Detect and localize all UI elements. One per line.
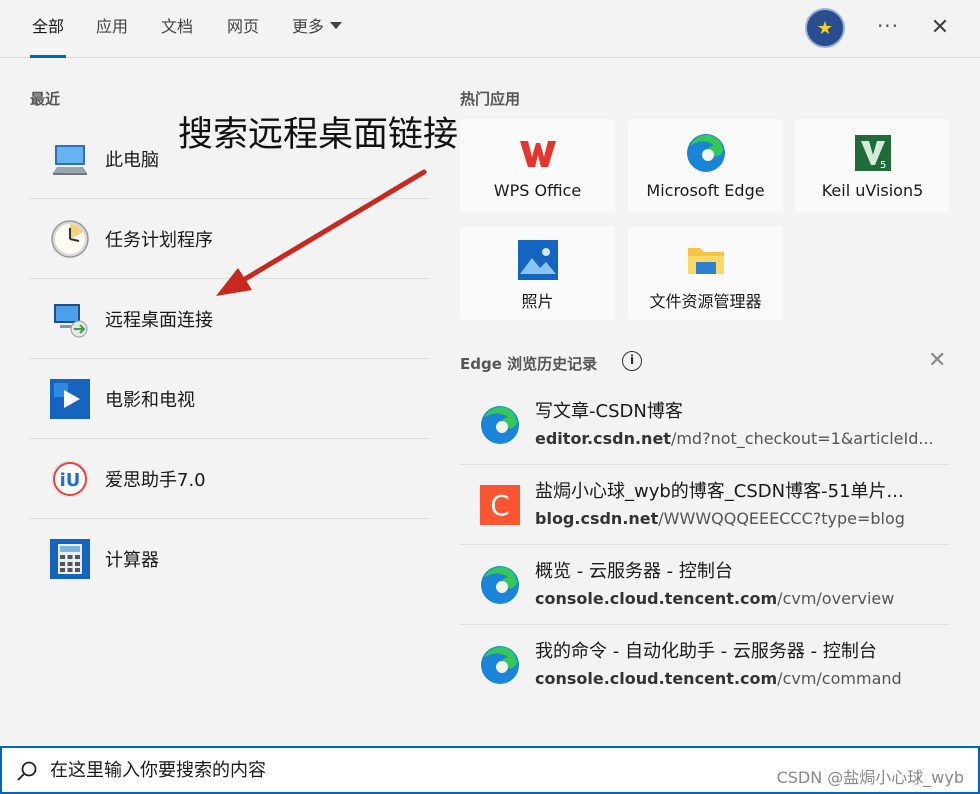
- history-item-url: editor.csdn.net/md?not_checkout=1&articl…: [535, 429, 945, 448]
- app-tile-label: 文件资源管理器: [649, 292, 762, 311]
- recent-item-label: 电影和电视: [105, 389, 195, 411]
- close-icon: ✕: [930, 15, 950, 40]
- recent-item-label: 此电脑: [105, 149, 159, 171]
- app-tile-label: Microsoft Edge: [646, 181, 765, 200]
- history-item-path: /cvm/command: [777, 669, 902, 688]
- remote-desktop-icon: [50, 299, 90, 339]
- avatar[interactable]: ★: [805, 8, 845, 48]
- history-item-path: /WWWQQQEEECCC?type=blog: [658, 509, 905, 528]
- history-item-title: 写文章-CSDN博客: [535, 401, 683, 422]
- history-title: Edge 浏览历史记录: [460, 355, 598, 373]
- folder-icon: [686, 240, 726, 280]
- recent-item-label: 远程桌面连接: [105, 309, 213, 331]
- history-item-title: 我的命令 - 自动化助手 - 云服务器 - 控制台: [535, 641, 877, 662]
- recent-item-task-scheduler[interactable]: 任务计划程序: [30, 199, 430, 279]
- history-item-domain: editor.csdn.net: [535, 429, 671, 448]
- tab-more-label: 更多: [292, 17, 325, 36]
- app-tile-keil[interactable]: 5 Keil uVision5: [795, 119, 950, 213]
- recent-item-label: 任务计划程序: [105, 229, 213, 251]
- history-item-title: 盐焗小心球_wyb的博客_CSDN博客-51单片...: [535, 481, 904, 502]
- app-tile-label: 照片: [521, 292, 554, 311]
- history-item-path: /cvm/overview: [777, 589, 895, 608]
- edge-icon: [686, 133, 726, 173]
- top-tab-bar: 全部 应用 文档 网页 更多 ★ ··· ✕: [0, 0, 980, 58]
- photos-icon: [517, 240, 558, 280]
- recent-item-label: 计算器: [105, 550, 159, 571]
- search-bar[interactable]: CSDN @盐焗小心球_wyb: [0, 746, 980, 794]
- recent-item-remote-desktop[interactable]: 远程桌面连接: [30, 279, 430, 359]
- history-item[interactable]: C 盐焗小心球_wyb的博客_CSDN博客-51单片... blog.csdn.…: [460, 465, 950, 545]
- hot-apps-title: 热门应用: [460, 90, 521, 108]
- close-icon: ✕: [928, 348, 947, 373]
- app-tile-file-explorer[interactable]: 文件资源管理器: [628, 226, 783, 320]
- svg-text:C: C: [490, 489, 510, 522]
- tab-documents[interactable]: 文档: [161, 0, 193, 58]
- tab-apps[interactable]: 应用: [96, 0, 128, 58]
- history-item-domain: blog.csdn.net: [535, 509, 659, 528]
- computer-icon: [50, 139, 90, 179]
- info-icon[interactable]: i: [622, 351, 642, 371]
- history-item-url: console.cloud.tencent.com/cvm/command: [535, 669, 945, 688]
- history-item[interactable]: 写文章-CSDN博客 editor.csdn.net/md?not_checko…: [460, 385, 950, 465]
- history-item-path: /md?not_checkout=1&articleId...: [670, 429, 934, 448]
- edge-icon: [480, 405, 520, 445]
- tab-more[interactable]: 更多: [292, 0, 343, 58]
- recent-title: 最近: [30, 90, 61, 108]
- history-close-button[interactable]: ✕: [928, 348, 946, 373]
- history-item-url: console.cloud.tencent.com/cvm/overview: [535, 589, 945, 608]
- caret-down-icon: [330, 22, 343, 29]
- history-item-title: 概览 - 云服务器 - 控制台: [535, 561, 733, 582]
- keil-icon: 5: [853, 133, 893, 173]
- recent-item-i4-assistant[interactable]: iU 爱思助手7.0: [30, 439, 430, 519]
- annotation-text: 搜索远程桌面链接: [178, 115, 459, 155]
- calculator-icon: [50, 539, 90, 579]
- watermark: CSDN @盐焗小心球_wyb: [776, 768, 964, 787]
- history-item[interactable]: 我的命令 - 自动化助手 - 云服务器 - 控制台 console.cloud.…: [460, 625, 950, 705]
- history-item-url: blog.csdn.net/WWWQQQEEECCC?type=blog: [535, 509, 945, 528]
- history-item-domain: console.cloud.tencent.com: [535, 669, 778, 688]
- app-tile-label: Keil uVision5: [821, 181, 924, 200]
- ellipsis-icon: ···: [876, 14, 900, 38]
- search-icon: [16, 760, 38, 782]
- search-input[interactable]: [50, 756, 650, 784]
- edge-icon: [480, 565, 520, 605]
- clock-icon: [50, 219, 90, 259]
- i4-icon: iU: [50, 459, 90, 499]
- recent-item-movies-tv[interactable]: 电影和电视: [30, 359, 430, 439]
- wps-icon: [518, 133, 558, 173]
- play-icon: [50, 378, 90, 419]
- star-icon: ★: [816, 17, 834, 39]
- csdn-icon: C: [480, 485, 520, 525]
- app-tile-label: WPS Office: [493, 181, 582, 200]
- app-tile-wps[interactable]: WPS Office: [460, 119, 615, 213]
- history-item-domain: console.cloud.tencent.com: [535, 589, 778, 608]
- recent-item-label: 爱思助手7.0: [105, 469, 206, 491]
- app-tile-edge[interactable]: Microsoft Edge: [628, 119, 783, 213]
- history-item[interactable]: 概览 - 云服务器 - 控制台 console.cloud.tencent.co…: [460, 545, 950, 625]
- svg-text:5: 5: [880, 160, 886, 171]
- svg-text:iU: iU: [60, 470, 81, 491]
- app-tile-photos[interactable]: 照片: [460, 226, 615, 320]
- tab-all[interactable]: 全部: [29, 0, 67, 58]
- recent-item-calculator[interactable]: 计算器: [30, 519, 430, 599]
- more-options-button[interactable]: ···: [872, 10, 904, 46]
- edge-icon: [480, 645, 520, 685]
- tab-web[interactable]: 网页: [227, 0, 259, 58]
- close-button[interactable]: ✕: [924, 10, 956, 46]
